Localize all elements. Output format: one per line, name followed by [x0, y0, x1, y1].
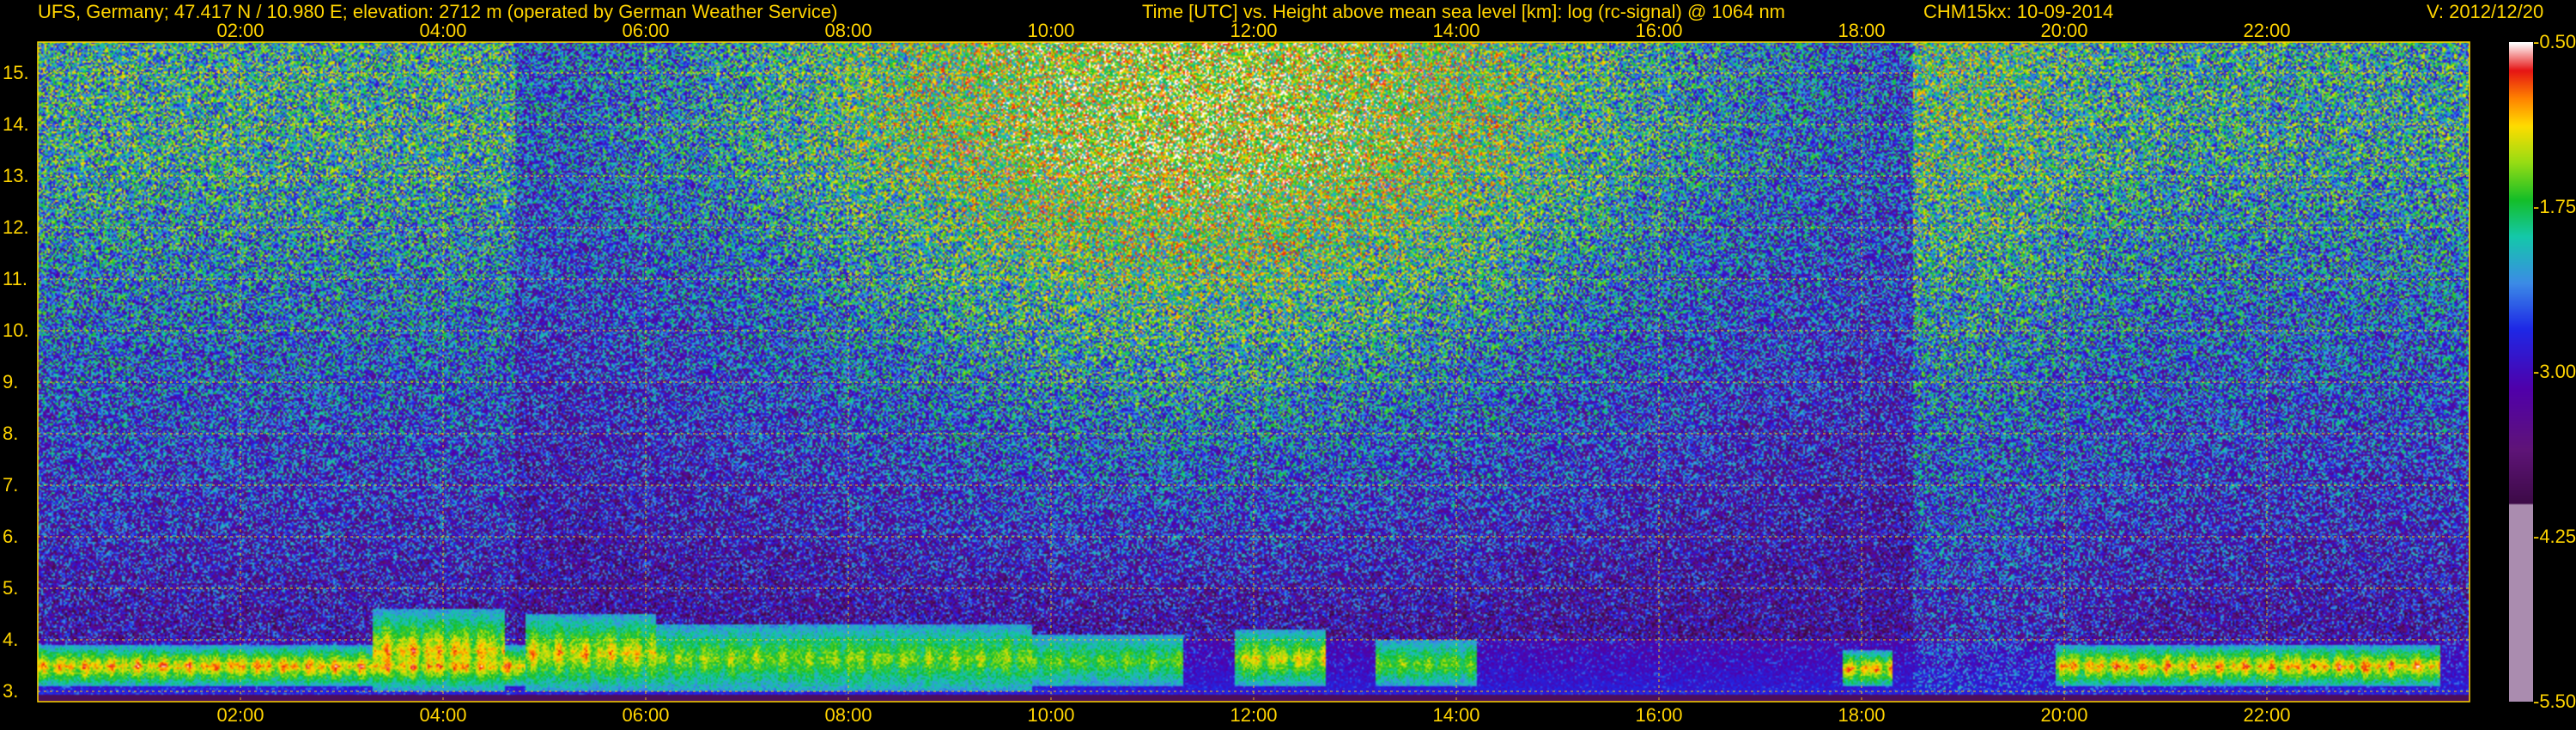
version-label: V: 2012/12/20: [2427, 1, 2544, 22]
x-tick-label-bottom: 20:00: [2040, 704, 2088, 726]
colorbar-label: -5.50: [2533, 690, 2576, 712]
y-tick-label: 12.: [3, 216, 29, 238]
y-tick-label: 15.: [3, 62, 29, 83]
y-tick-label: 8.: [3, 423, 19, 444]
x-tick-label-top: 08:00: [824, 20, 872, 41]
colorbar-label: -0.50: [2533, 31, 2576, 52]
x-tick-label-bottom: 12:00: [1230, 704, 1278, 726]
y-tick-label: 6.: [3, 526, 19, 547]
y-tick-label: 5.: [3, 577, 19, 599]
y-tick-label: 11.: [3, 268, 27, 289]
x-tick-label-bottom: 10:00: [1027, 704, 1075, 726]
colorbar-label: -3.00: [2533, 361, 2576, 382]
colorbar-label: -4.25: [2533, 526, 2576, 547]
x-tick-label-top: 10:00: [1027, 20, 1075, 41]
y-tick-label: 3.: [3, 680, 19, 702]
x-tick-label-top: 02:00: [216, 20, 264, 41]
x-tick-label-bottom: 22:00: [2243, 704, 2291, 726]
x-tick-label-bottom: 04:00: [419, 704, 467, 726]
x-tick-label-top: 16:00: [1635, 20, 1683, 41]
x-tick-label-bottom: 14:00: [1432, 704, 1480, 726]
y-tick-label: 13.: [3, 165, 29, 186]
x-tick-label-top: 12:00: [1230, 20, 1278, 41]
y-tick-label: 9.: [3, 371, 19, 392]
x-tick-label-top: 14:00: [1432, 20, 1480, 41]
x-tick-label-bottom: 16:00: [1635, 704, 1683, 726]
x-tick-label-bottom: 02:00: [216, 704, 264, 726]
backscatter-heatmap: [38, 42, 2470, 702]
x-tick-label-top: 06:00: [622, 20, 670, 41]
x-tick-label-bottom: 18:00: [1838, 704, 1886, 726]
y-tick-label: 7.: [3, 474, 19, 496]
x-tick-label-bottom: 06:00: [622, 704, 670, 726]
colorbar-label: -1.75: [2533, 196, 2576, 217]
y-tick-label: 14.: [3, 113, 29, 135]
y-tick-label: 10.: [3, 319, 29, 341]
x-tick-label-top: 22:00: [2243, 20, 2291, 41]
x-tick-label-top: 20:00: [2040, 20, 2088, 41]
x-tick-label-top: 18:00: [1838, 20, 1886, 41]
y-tick-label: 4.: [3, 629, 19, 650]
colorbar: [2509, 42, 2533, 702]
x-tick-label-top: 04:00: [419, 20, 467, 41]
x-tick-label-bottom: 08:00: [824, 704, 872, 726]
